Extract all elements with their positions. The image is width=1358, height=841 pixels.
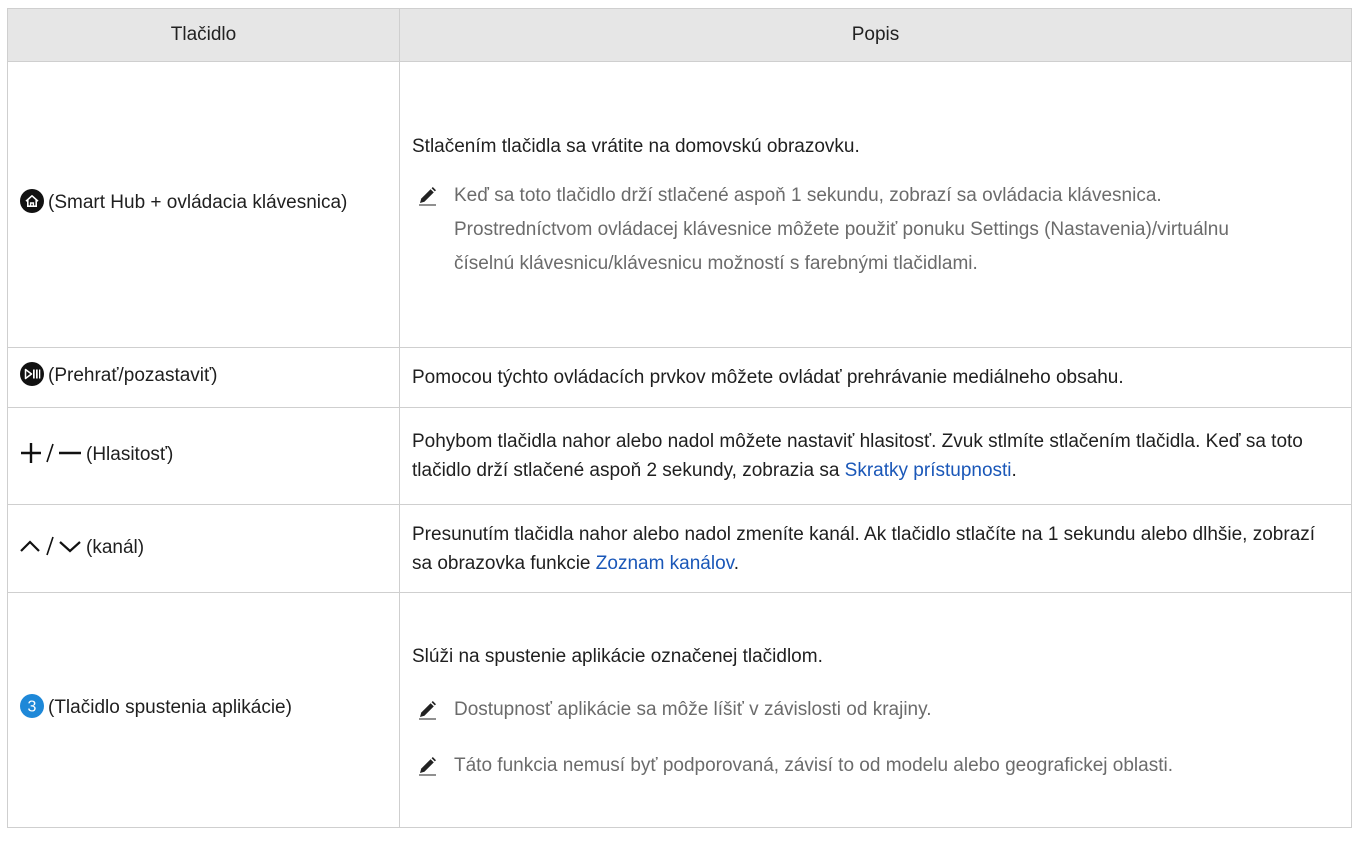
table-row: (Hlasitosť) Pohybom tlačidla nahor alebo… [7, 407, 1352, 505]
remote-buttons-table: Tlačidlo Popis (Smart Hub + ovládacia kl… [7, 8, 1352, 828]
description-cell: Stlačením tlačidla sa vrátite na domovsk… [399, 61, 1352, 348]
accessibility-shortcuts-link[interactable]: Skratky prístupnosti [845, 460, 1012, 481]
button-label: (Tlačidlo spustenia aplikácie) [48, 697, 292, 718]
description-part: Presunutím tlačidla nahor alebo nadol zm… [412, 523, 1316, 574]
table-row: 3 (Tlačidlo spustenia aplikácie) Slúži n… [7, 592, 1352, 828]
button-label: (Smart Hub + ovládacia klávesnica) [48, 191, 348, 213]
volume-plus-minus-icon [20, 442, 82, 473]
description-cell: Pohybom tlačidla nahor alebo nadol môžet… [399, 407, 1352, 505]
channel-up-down-icon [20, 536, 82, 565]
description-text: Pohybom tlačidla nahor alebo nadol môžet… [412, 427, 1337, 485]
pencil-icon [416, 749, 454, 783]
description-cell: Presunutím tlačidla nahor alebo nadol zm… [399, 504, 1352, 593]
table-row: (kanál) Presunutím tlačidla nahor alebo … [7, 504, 1352, 593]
note-text: Keď sa toto tlačidlo drží stlačené aspoň… [454, 185, 1229, 274]
description-text: Pomocou týchto ovládacích prvkov môžete … [412, 367, 1124, 388]
note-text: Dostupnosť aplikácie sa môže líšiť v záv… [454, 698, 932, 720]
header-button: Tlačidlo [7, 8, 400, 62]
table-row: (Smart Hub + ovládacia klávesnica) Stlač… [7, 61, 1352, 348]
button-cell: (kanál) [7, 504, 400, 593]
description-cell: Slúži na spustenie aplikácie označenej t… [399, 592, 1352, 828]
button-cell: (Prehrať/pozastaviť) [7, 347, 400, 408]
button-cell: (Smart Hub + ovládacia klávesnica) [7, 61, 400, 348]
button-label: (Prehrať/pozastaviť) [48, 364, 218, 386]
app-launch-3-icon: 3 [20, 694, 44, 727]
description-part: . [733, 552, 740, 574]
home-icon [20, 188, 44, 222]
svg-text:3: 3 [28, 699, 37, 716]
description-cell: Pomocou týchto ovládacích prvkov môžete … [399, 347, 1352, 408]
channel-list-link[interactable]: Zoznam kanálov [596, 553, 734, 574]
table-header-row: Tlačidlo Popis [7, 8, 1352, 62]
pencil-icon [416, 693, 454, 727]
description-text: Stlačením tlačidla sa vrátite na domovsk… [412, 136, 860, 157]
note-text: Táto funkcia nemusí byť podporovaná, záv… [454, 754, 1173, 776]
button-label: (Hlasitosť) [86, 443, 174, 465]
description-text: Presunutím tlačidla nahor alebo nadol zm… [412, 520, 1337, 578]
button-cell: (Hlasitosť) [7, 407, 400, 505]
note: Keď sa toto tlačidlo drží stlačené aspoň… [412, 179, 1337, 281]
button-label: (kanál) [86, 536, 145, 558]
button-cell: 3 (Tlačidlo spustenia aplikácie) [7, 592, 400, 828]
header-description: Popis [399, 8, 1352, 62]
note: Dostupnosť aplikácie sa môže líšiť v záv… [412, 693, 1337, 727]
description-part: . [1011, 460, 1017, 481]
table-row: (Prehrať/pozastaviť) Pomocou týchto ovlá… [7, 347, 1352, 408]
play-pause-icon [20, 361, 44, 395]
note: Táto funkcia nemusí byť podporovaná, záv… [412, 749, 1337, 783]
description-text: Slúži na spustenie aplikácie označenej t… [412, 645, 823, 667]
pencil-icon [416, 179, 454, 213]
